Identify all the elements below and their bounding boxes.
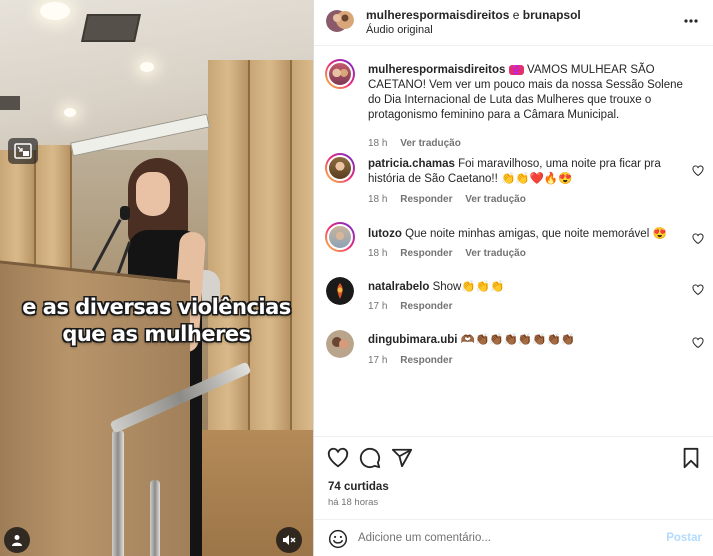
- see-translation-link[interactable]: Ver tradução: [465, 194, 526, 205]
- see-translation-link[interactable]: Ver tradução: [465, 248, 526, 259]
- comment-username[interactable]: lutozo: [368, 228, 402, 240]
- reply-link[interactable]: Responder: [400, 248, 452, 259]
- avatar-image: [326, 277, 354, 305]
- comment-text: natalrabelo Show👏👏👏: [368, 280, 686, 295]
- ceiling-light: [140, 62, 154, 72]
- audio-link[interactable]: Áudio original: [366, 24, 433, 36]
- more-options-button[interactable]: [684, 10, 698, 24]
- mute-button[interactable]: [276, 527, 302, 553]
- timestamp[interactable]: 18 h: [368, 138, 387, 149]
- handrail: [104, 360, 264, 556]
- comment-username[interactable]: dingubimara.ubi: [368, 334, 457, 346]
- comment-avatar[interactable]: [325, 222, 355, 252]
- comment-input[interactable]: [358, 528, 658, 548]
- likes-count[interactable]: 74 curtidas: [328, 481, 389, 493]
- like-comment-icon[interactable]: [692, 165, 704, 177]
- comment-body: Que noite minhas amigas, que noite memor…: [405, 228, 667, 240]
- air-vent: [0, 96, 20, 110]
- wall-panel: [292, 60, 313, 480]
- speaker-muted-icon: [283, 535, 296, 545]
- like-comment-icon[interactable]: [692, 284, 704, 296]
- post-comment-button[interactable]: Postar: [666, 532, 702, 544]
- add-comment-bar: Postar: [314, 519, 713, 556]
- caption-line-1: e as diversas violências: [22, 295, 291, 319]
- ceiling-light: [40, 2, 70, 20]
- picture-in-picture-icon: [14, 143, 32, 159]
- comment-username[interactable]: natalrabelo: [368, 281, 429, 293]
- tagged-users-button[interactable]: [4, 527, 30, 553]
- post-time[interactable]: há 18 horas: [328, 497, 378, 508]
- comment-avatar[interactable]: [325, 153, 355, 183]
- timestamp[interactable]: 18 h: [368, 248, 387, 259]
- reply-link[interactable]: Responder: [400, 194, 452, 205]
- comment-avatar[interactable]: [326, 330, 354, 358]
- bookmark-icon[interactable]: [680, 447, 702, 469]
- comment-meta: 17 h Responder: [368, 355, 462, 366]
- post-actions: 74 curtidas há 18 horas: [314, 436, 713, 518]
- author-link[interactable]: mulherespormaisdireitos: [366, 8, 509, 22]
- comment-text: patricia.chamas Foi maravilhoso, uma noi…: [368, 157, 686, 187]
- like-comment-icon[interactable]: [692, 233, 704, 245]
- comment-body: 🫶🏾👏🏾👏🏾👏🏾👏🏾👏🏾👏🏾👏🏾: [460, 334, 576, 346]
- emoji-icon[interactable]: [328, 529, 348, 549]
- comment-text: dingubimara.ubi 🫶🏾👏🏾👏🏾👏🏾👏🏾👏🏾👏🏾👏🏾: [368, 333, 686, 348]
- air-vent: [81, 14, 141, 42]
- female-sign-emoji: ♀️: [508, 65, 524, 75]
- heart-icon[interactable]: [327, 447, 349, 469]
- more-horizontal-icon: [684, 19, 698, 23]
- avatar-image: [326, 10, 354, 32]
- send-icon[interactable]: [391, 447, 413, 469]
- comment-meta: 18 h Responder Ver tradução: [368, 248, 536, 259]
- comments-list[interactable]: mulherespormaisdireitos ♀️ VAMOS MULHEAR…: [314, 47, 713, 435]
- caption-line-2: que as mulheres: [62, 322, 251, 346]
- timestamp[interactable]: 17 h: [368, 301, 387, 312]
- caption-text: mulherespormaisdireitos ♀️ VAMOS MULHEAR…: [368, 63, 686, 123]
- comment-username[interactable]: mulherespormaisdireitos: [368, 64, 505, 76]
- caption-meta: 18 h Ver tradução: [368, 138, 471, 149]
- comment-icon[interactable]: [359, 447, 381, 469]
- comment-meta: 17 h Responder: [368, 301, 462, 312]
- timestamp[interactable]: 18 h: [368, 194, 387, 205]
- reply-link[interactable]: Responder: [400, 355, 452, 366]
- comment-body: Show👏👏👏: [432, 281, 505, 293]
- post-panel: mulherespormaisdireitos e brunapsol Áudi…: [313, 0, 713, 556]
- collaborator-link[interactable]: brunapsol: [523, 8, 581, 22]
- video-caption: e as diversas violências que as mulheres: [0, 294, 313, 348]
- speaker-face: [136, 172, 170, 216]
- picture-in-picture-button[interactable]: [8, 138, 38, 164]
- post-authors: mulherespormaisdireitos e brunapsol: [366, 8, 581, 22]
- microphone: [120, 206, 130, 220]
- comment-text: lutozo Que noite minhas amigas, que noit…: [368, 227, 686, 242]
- comment-username[interactable]: patricia.chamas: [368, 158, 455, 170]
- like-comment-icon[interactable]: [692, 337, 704, 349]
- comment-avatar[interactable]: [326, 277, 354, 305]
- reel-video[interactable]: e as diversas violências que as mulheres: [0, 0, 313, 556]
- caption-author-avatar[interactable]: [325, 59, 355, 89]
- user-tag-icon: [12, 535, 22, 546]
- ceiling-light: [64, 108, 76, 117]
- collab-avatar[interactable]: [326, 7, 354, 35]
- avatar-image: [326, 330, 354, 358]
- comment-meta: 18 h Responder Ver tradução: [368, 194, 536, 205]
- post-header: mulherespormaisdireitos e brunapsol Áudi…: [314, 0, 713, 46]
- reply-link[interactable]: Responder: [400, 301, 452, 312]
- author-separator: e: [512, 8, 520, 22]
- see-translation-link[interactable]: Ver tradução: [400, 138, 461, 149]
- timestamp[interactable]: 17 h: [368, 355, 387, 366]
